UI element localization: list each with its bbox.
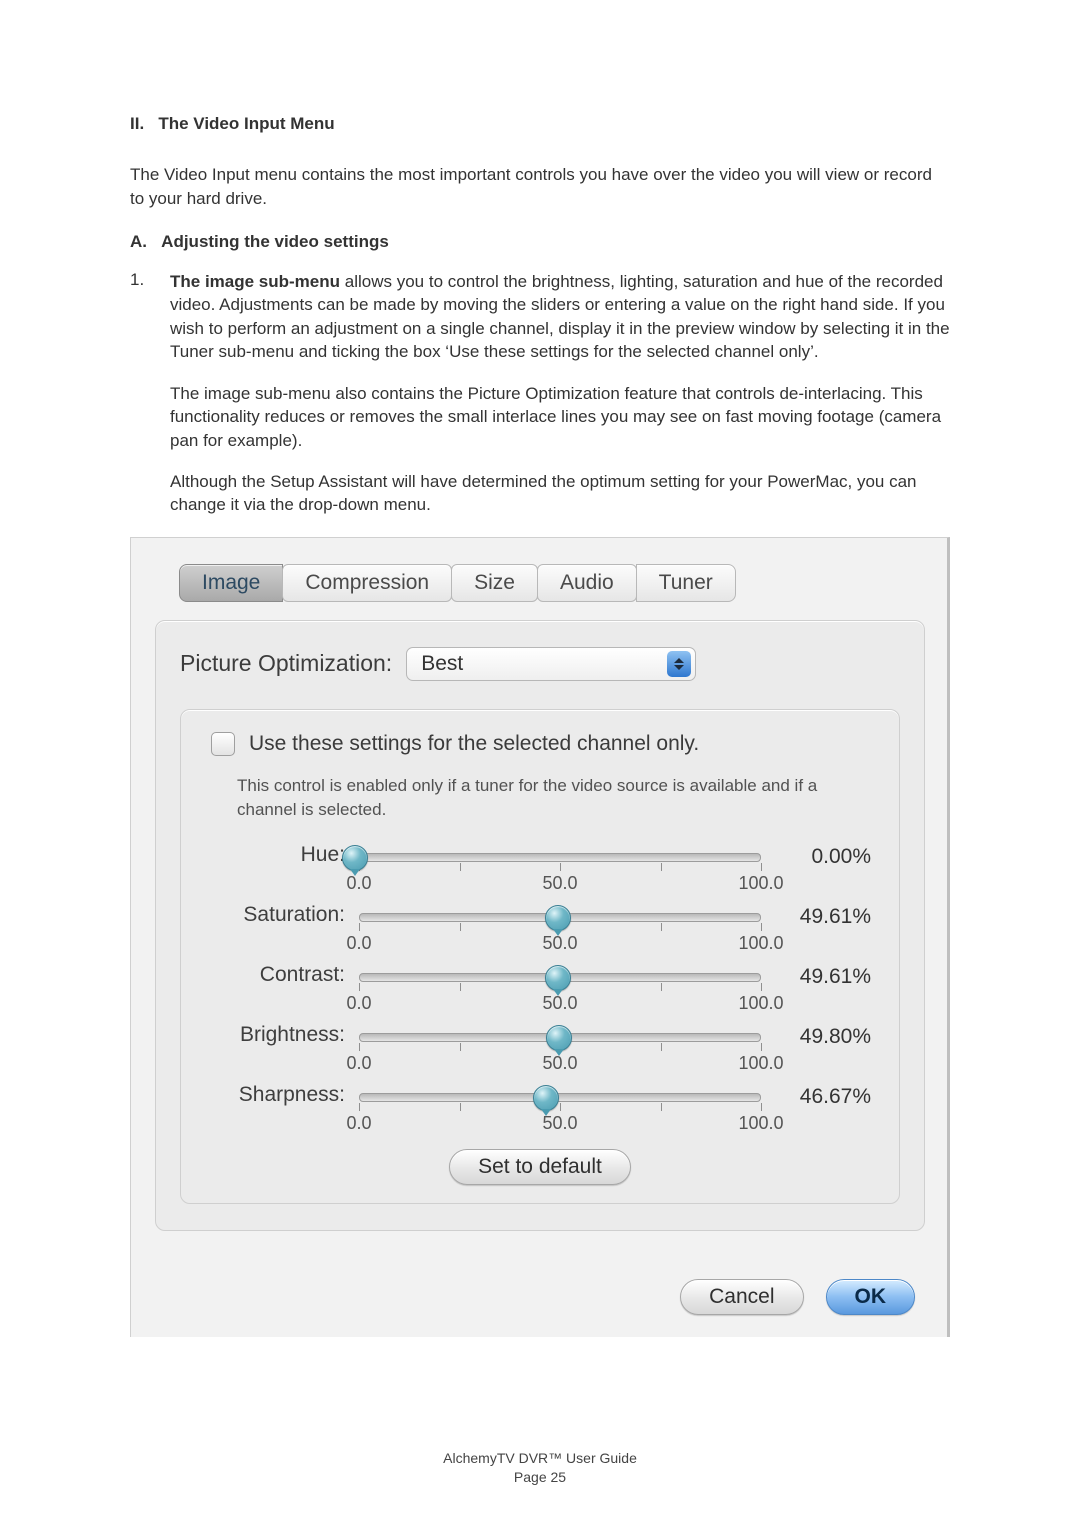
slider-thumb[interactable]	[545, 905, 571, 931]
slider-value: 46.67%	[771, 1083, 871, 1109]
slider-thumb[interactable]	[342, 845, 368, 871]
section-number: II.	[130, 114, 144, 133]
footer-title: AlchemyTV DVR™ User Guide	[443, 1450, 637, 1466]
tab-image[interactable]: Image	[179, 564, 283, 602]
slider-tick-max: 100.0	[738, 933, 783, 954]
slider-row: Hue:0.050.0100.00.00%	[209, 843, 871, 903]
slider-label: Sharpness:	[209, 1083, 349, 1107]
list-item-para1: The image sub-menu allows you to control…	[170, 270, 950, 364]
cancel-button[interactable]: Cancel	[680, 1279, 803, 1315]
slider-tick-mid: 50.0	[542, 933, 577, 954]
channel-only-label: Use these settings for the selected chan…	[249, 732, 699, 756]
footer-page-number: 25	[551, 1469, 567, 1485]
tab-compression[interactable]: Compression	[282, 564, 452, 602]
slider-tick-mid: 50.0	[542, 1053, 577, 1074]
slider-label: Contrast:	[209, 963, 349, 987]
picture-optimization-value: Best	[421, 652, 463, 676]
list-item-bold: The image sub-menu	[170, 272, 340, 291]
slider-tick-max: 100.0	[738, 1113, 783, 1134]
slider-label: Hue:	[209, 843, 349, 867]
slider-row: Brightness:0.050.0100.049.80%	[209, 1023, 871, 1083]
section-title: The Video Input Menu	[158, 114, 334, 133]
tab-bar: Image Compression Size Audio Tuner	[179, 564, 925, 602]
slider-row: Sharpness:0.050.0100.046.67%	[209, 1083, 871, 1143]
slider-value: 49.61%	[771, 903, 871, 929]
section-heading: II. The Video Input Menu	[130, 112, 950, 135]
dialog-panel: Image Compression Size Audio Tuner Pictu…	[130, 537, 950, 1338]
slider-thumb[interactable]	[533, 1085, 559, 1111]
tab-tuner[interactable]: Tuner	[636, 564, 736, 602]
channel-only-checkbox[interactable]	[211, 732, 235, 756]
slider-thumb[interactable]	[545, 965, 571, 991]
slider-tick-mid: 50.0	[542, 873, 577, 894]
slider-tick-min: 0.0	[346, 993, 371, 1014]
list-number: 1.	[130, 270, 152, 517]
slider-thumb[interactable]	[546, 1025, 572, 1051]
slider-zone[interactable]: 0.050.0100.0	[355, 1083, 765, 1143]
slider-tick-max: 100.0	[738, 1053, 783, 1074]
channel-settings-box: Use these settings for the selected chan…	[180, 709, 900, 1205]
slider-row: Saturation:0.050.0100.049.61%	[209, 903, 871, 963]
dialog-buttons: Cancel OK	[155, 1279, 915, 1315]
picture-optimization-popup[interactable]: Best	[406, 647, 696, 681]
slider-value: 49.61%	[771, 963, 871, 989]
subsection-heading: A. Adjusting the video settings	[130, 230, 950, 253]
slider-ticks	[359, 863, 761, 873]
slider-value: 0.00%	[771, 843, 871, 869]
slider-tick-mid: 50.0	[542, 993, 577, 1014]
channel-only-hint: This control is enabled only if a tuner …	[237, 774, 871, 822]
slider-label: Saturation:	[209, 903, 349, 927]
slider-row: Contrast:0.050.0100.049.61%	[209, 963, 871, 1023]
ok-button[interactable]: OK	[826, 1279, 916, 1315]
slider-tick-min: 0.0	[346, 873, 371, 894]
slider-ticks	[359, 1103, 761, 1113]
slider-label: Brightness:	[209, 1023, 349, 1047]
slider-zone[interactable]: 0.050.0100.0	[355, 843, 765, 903]
panel-inner: Picture Optimization: Best Use these set…	[155, 620, 925, 1232]
slider-track	[359, 1093, 761, 1102]
picture-optimization-label: Picture Optimization:	[180, 650, 392, 677]
slider-zone[interactable]: 0.050.0100.0	[355, 1023, 765, 1083]
footer-page-label: Page	[514, 1469, 551, 1485]
slider-track	[359, 853, 761, 862]
popup-arrows-icon	[667, 651, 691, 677]
subsection-number: A.	[130, 232, 147, 251]
picture-optimization-row: Picture Optimization: Best	[180, 647, 904, 681]
slider-tick-max: 100.0	[738, 993, 783, 1014]
section-intro: The Video Input menu contains the most i…	[130, 163, 950, 210]
subsection-title: Adjusting the video settings	[161, 232, 389, 251]
tab-size[interactable]: Size	[451, 564, 538, 602]
set-default-button[interactable]: Set to default	[449, 1149, 631, 1185]
slider-tick-min: 0.0	[346, 1053, 371, 1074]
slider-tick-mid: 50.0	[542, 1113, 577, 1134]
tab-audio[interactable]: Audio	[537, 564, 637, 602]
slider-value: 49.80%	[771, 1023, 871, 1049]
slider-zone[interactable]: 0.050.0100.0	[355, 963, 765, 1023]
list-item-para3: Although the Setup Assistant will have d…	[170, 470, 950, 517]
page-footer: AlchemyTV DVR™ User Guide Page 25	[0, 1449, 1080, 1488]
slider-zone[interactable]: 0.050.0100.0	[355, 903, 765, 963]
slider-tick-min: 0.0	[346, 1113, 371, 1134]
slider-tick-max: 100.0	[738, 873, 783, 894]
list-item-para2: The image sub-menu also contains the Pic…	[170, 382, 950, 452]
slider-tick-min: 0.0	[346, 933, 371, 954]
